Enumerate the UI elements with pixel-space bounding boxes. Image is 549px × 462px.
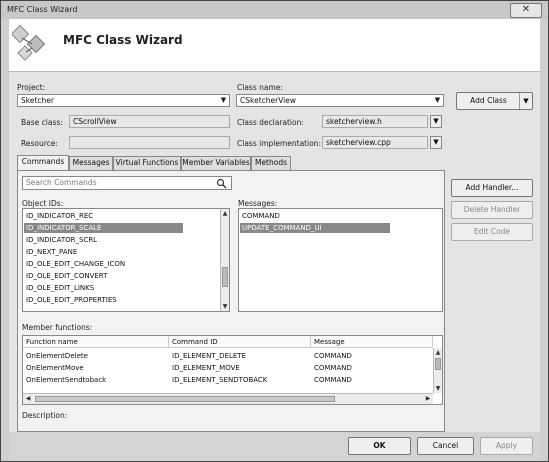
message-cell: COMMAND [314, 352, 352, 360]
class-implementation-field: sketcherview.cpp [322, 136, 428, 149]
list-item[interactable]: ID_OLE_EDIT_CHANGE_ICON [26, 259, 125, 269]
wizard-header: MFC Class Wizard [9, 19, 540, 72]
class-implementation-value: sketcherview.cpp [326, 138, 391, 147]
chevron-down-icon: ▼ [220, 96, 227, 104]
member-functions-table: Function name Command ID Message OnEleme… [22, 335, 443, 405]
class-name-value: CSketcherView [240, 96, 297, 105]
object-ids-list[interactable]: ID_INDICATOR_REC ID_INDICATOR_SCALE ID_I… [22, 208, 230, 312]
title-bar: MFC Class Wizard ✕ [1, 1, 548, 19]
list-item-selected[interactable]: UPDATE_COMMAND_UI [240, 223, 390, 233]
tab-methods[interactable]: Methods [251, 156, 291, 170]
resource-field [69, 136, 230, 149]
edit-code-button[interactable]: Edit Code [451, 223, 533, 241]
close-button[interactable]: ✕ [510, 3, 542, 18]
object-ids-scrollbar[interactable]: ▲ ▼ [220, 209, 229, 311]
project-dropdown[interactable]: Sketcher ▼ [17, 94, 230, 107]
search-icon[interactable] [216, 178, 227, 189]
class-implementation-label: Class implementation: [237, 139, 322, 148]
wizard-body: Project: Sketcher ▼ Class name: CSketche… [9, 72, 540, 432]
scroll-down-icon[interactable]: ▼ [434, 384, 442, 393]
resource-label: Resource: [21, 139, 58, 148]
column-header[interactable]: Command ID [169, 336, 311, 348]
list-item[interactable]: ID_OLE_EDIT_LINKS [26, 283, 94, 293]
scroll-down-icon[interactable]: ▼ [221, 302, 229, 311]
scroll-right-icon[interactable]: ▶ [424, 394, 432, 403]
search-input[interactable]: Search Commands [22, 176, 232, 190]
list-item[interactable]: ID_INDICATOR_SCRL [26, 235, 97, 245]
messages-list[interactable]: COMMAND UPDATE_COMMAND_UI [238, 208, 443, 312]
function-name-cell: OnElementMove [26, 364, 84, 372]
messages-label: Messages: [238, 199, 278, 208]
message-cell: COMMAND [314, 364, 352, 372]
window-title: MFC Class Wizard [7, 5, 78, 14]
class-declaration-field: sketcherview.h [322, 115, 428, 128]
add-handler-button[interactable]: Add Handler... [451, 179, 533, 197]
command-id-cell: ID_ELEMENT_SENDTOBACK [172, 376, 268, 384]
ok-button[interactable]: OK [348, 437, 411, 455]
scroll-thumb[interactable] [35, 396, 335, 402]
add-class-label: Add Class [470, 96, 507, 105]
command-id-cell: ID_ELEMENT_MOVE [172, 364, 240, 372]
page-title: MFC Class Wizard [63, 33, 183, 47]
list-item[interactable]: COMMAND [242, 211, 280, 221]
base-class-field: CScrollView [69, 115, 230, 128]
footer-bar: OK Cancel Apply [9, 432, 540, 461]
delete-handler-button[interactable]: Delete Handler [451, 201, 533, 219]
command-id-cell: ID_ELEMENT_DELETE [172, 352, 247, 360]
class-declaration-value: sketcherview.h [326, 117, 382, 126]
list-item[interactable]: ID_INDICATOR_REC [26, 211, 93, 221]
scroll-up-icon[interactable]: ▲ [221, 209, 229, 218]
chevron-down-icon: ▼ [434, 96, 441, 104]
tab-virtual-functions[interactable]: Virtual Functions [113, 156, 181, 170]
class-declaration-dropdown[interactable]: ▼ [430, 115, 442, 128]
member-functions-hscrollbar[interactable]: ◀ ▶ [23, 393, 433, 404]
close-icon: ✕ [521, 4, 531, 15]
message-cell: COMMAND [314, 376, 352, 384]
class-declaration-label: Class declaration: [237, 118, 304, 127]
list-item[interactable]: ID_NEXT_PANE [26, 247, 77, 257]
scroll-thumb[interactable] [222, 267, 228, 287]
add-class-dropdown-icon[interactable]: ▼ [519, 93, 532, 109]
scroll-left-icon[interactable]: ◀ [24, 394, 32, 403]
base-class-value: CScrollView [73, 117, 117, 126]
column-header[interactable]: Function name [23, 336, 169, 348]
apply-button[interactable]: Apply [480, 437, 533, 455]
base-class-label: Base class: [21, 118, 63, 127]
scroll-up-icon[interactable]: ▲ [434, 348, 442, 357]
class-wizard-logo-icon [12, 24, 46, 61]
function-name-cell: OnElementDelete [26, 352, 88, 360]
column-header[interactable]: Message [311, 336, 433, 348]
commands-panel: Search Commands Object IDs: ID_INDICATOR… [17, 170, 445, 432]
member-functions-vscrollbar[interactable]: ▲ ▼ [433, 348, 442, 393]
scroll-thumb[interactable] [435, 358, 441, 370]
tab-messages[interactable]: Messages [69, 156, 113, 170]
project-value: Sketcher [21, 96, 54, 105]
add-class-button[interactable]: Add Class ▼ [456, 92, 533, 110]
tab-commands[interactable]: Commands [17, 155, 69, 170]
list-item[interactable]: ID_OLE_EDIT_PROPERTIES [26, 295, 117, 305]
class-name-dropdown[interactable]: CSketcherView ▼ [236, 94, 444, 107]
mfc-class-wizard-window: MFC Class Wizard ✕ MFC Class Wizard Proj… [0, 0, 549, 462]
list-item[interactable]: ID_OLE_EDIT_CONVERT [26, 271, 107, 281]
class-implementation-dropdown[interactable]: ▼ [430, 136, 442, 149]
tab-member-variables[interactable]: Member Variables [181, 156, 251, 170]
list-item-selected[interactable]: ID_INDICATOR_SCALE [24, 223, 183, 233]
project-label: Project: [17, 83, 46, 92]
search-placeholder: Search Commands [26, 178, 97, 187]
description-label: Description: [22, 411, 68, 420]
function-name-cell: OnElementSendtoback [26, 376, 107, 384]
object-ids-label: Object IDs: [22, 199, 64, 208]
cancel-button[interactable]: Cancel [417, 437, 474, 455]
member-functions-label: Member functions: [22, 323, 93, 332]
class-name-label: Class name: [237, 83, 283, 92]
